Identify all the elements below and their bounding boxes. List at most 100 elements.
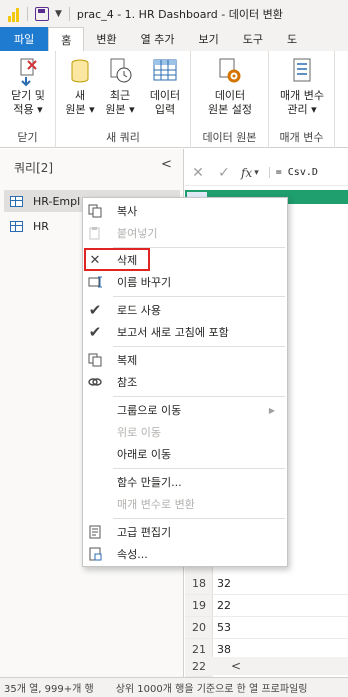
menu-divider [113, 396, 285, 397]
row-number: 20 [192, 621, 206, 634]
menu-item-label: 고급 편집기 [117, 526, 172, 539]
menu-item-rename[interactable]: 이름 바꾸기 [83, 271, 287, 293]
enter-data-button[interactable]: 데이터 입력 [144, 57, 186, 117]
menu-item-label: 그룹으로 이동 [117, 404, 182, 417]
menu-divider [113, 468, 285, 469]
menu-item-create-function[interactable]: 함수 만들기... [83, 471, 287, 493]
quick-access-dropdown-icon[interactable]: ▼ [55, 9, 62, 19]
close-apply-label-1: 닫기 및 [11, 89, 45, 102]
rename-icon [87, 274, 103, 290]
delete-highlight-box [84, 248, 150, 271]
data-source-settings-icon [217, 57, 243, 87]
tab-help[interactable]: 도 [275, 27, 309, 51]
group-label-close: 닫기 [17, 131, 38, 144]
group-label-parameters: 매개 변수 [279, 131, 324, 144]
tab-view[interactable]: 보기 [186, 27, 230, 51]
save-icon[interactable] [35, 6, 49, 21]
status-profiling[interactable]: 상위 1000개 행을 기준으로 한 열 프로파일링 [116, 680, 308, 695]
table-row: 19 22 [185, 595, 348, 617]
recent-source-label-1: 최근 [109, 89, 131, 102]
confirm-formula-icon[interactable]: ✓ [211, 165, 237, 181]
group-parameters: 매개 변수 관리 ▾ 매개 변수 [269, 51, 335, 148]
tab-transform[interactable]: 변환 [84, 27, 128, 51]
close-apply-button[interactable]: 닫기 및 적용 ▾ [6, 57, 50, 117]
powerbi-logo-icon [8, 6, 20, 22]
parameters-icon [289, 57, 315, 87]
menu-item-label: 속성... [117, 548, 148, 561]
manage-parameters-button[interactable]: 매개 변수 관리 ▾ [273, 57, 331, 117]
ribbon-tabs: 파일 홈 변환 열 추가 보기 도구 도 [0, 27, 348, 51]
title-bar: ▼ prac_4 - 1. HR Dashboard - 데이터 변환 [0, 0, 348, 27]
new-source-button[interactable]: 새 원본 ▾ [62, 57, 98, 117]
properties-icon [87, 546, 103, 562]
query-item-label: HR-Empl [33, 194, 81, 208]
menu-item-label: 아래로 이동 [117, 448, 172, 461]
manage-parameters-label-2: 관리 ▾ [287, 103, 317, 116]
menu-item-copy[interactable]: 복사 [83, 200, 287, 222]
status-bar: 35개 열, 999+개 행 상위 1000개 행을 기준으로 한 열 프로파일… [0, 677, 348, 697]
menu-item-convert-to-parameter: 매개 변수로 변환 [83, 493, 287, 515]
duplicate-icon [87, 352, 103, 368]
ribbon: 닫기 및 적용 ▾ 닫기 새 원본 ▾ 최근 원본 ▾ 데이터 입력 새 쿼리 … [0, 51, 348, 148]
cell-value[interactable]: 38 [217, 643, 231, 656]
submenu-arrow-icon: ▶ [268, 405, 275, 415]
data-source-settings-button[interactable]: 데이터 원본 설정 [199, 57, 261, 117]
tab-tools[interactable]: 도구 [231, 27, 275, 51]
menu-item-label: 보고서 새로 고침에 포함 [117, 326, 229, 339]
enter-data-label-2: 입력 [154, 103, 176, 116]
group-new-query: 새 원본 ▾ 최근 원본 ▾ 데이터 입력 새 쿼리 [56, 51, 191, 148]
close-apply-icon [15, 57, 41, 87]
menu-item-label: 로드 사용 [117, 304, 161, 317]
table-row: 20 53 [185, 617, 348, 639]
menu-item-label: 이름 바꾸기 [117, 276, 172, 289]
cell-value[interactable]: 32 [217, 577, 231, 590]
database-icon [67, 57, 93, 87]
menu-item-label: 위로 이동 [117, 426, 161, 439]
cancel-formula-icon[interactable]: ✕ [185, 165, 211, 181]
check-icon: ✔ [88, 323, 102, 341]
formula-input[interactable]: = Csv.D [268, 167, 348, 178]
tab-add-column[interactable]: 열 추가 [129, 27, 187, 51]
cell-value[interactable]: 22 [217, 599, 231, 612]
recent-source-icon [107, 57, 133, 87]
table-row: 22 [185, 657, 213, 677]
enter-data-label-1: 데이터 [149, 89, 181, 102]
table-icon [10, 195, 23, 207]
group-data-source: 데이터 원본 설정 데이터 원본 [191, 51, 269, 148]
reference-icon [87, 374, 103, 390]
menu-divider [113, 346, 285, 347]
table-row: 18 32 [185, 573, 348, 595]
menu-item-label: 복제 [117, 354, 138, 367]
tab-file[interactable]: 파일 [0, 27, 49, 51]
tab-home[interactable]: 홈 [48, 27, 85, 51]
cell-value[interactable]: 53 [217, 621, 231, 634]
scroll-left-icon[interactable]: < [231, 659, 241, 673]
menu-item-enable-load[interactable]: ✔ 로드 사용 [83, 299, 287, 321]
fx-icon[interactable]: fx [241, 166, 252, 180]
check-icon: ✔ [88, 301, 102, 319]
menu-item-properties[interactable]: 속성... [83, 543, 287, 565]
data-source-settings-label-2: 원본 설정 [208, 103, 252, 116]
menu-item-move-down[interactable]: 아래로 이동 [83, 443, 287, 465]
menu-item-advanced-editor[interactable]: 고급 편집기 [83, 521, 287, 543]
menu-item-move-to-group[interactable]: 그룹으로 이동 ▶ [83, 399, 287, 421]
window-title: prac_4 - 1. HR Dashboard - 데이터 변환 [76, 7, 283, 21]
close-apply-label-2: 적용 ▾ [13, 103, 43, 116]
recent-source-label-2: 원본 ▾ [105, 103, 135, 116]
group-close: 닫기 및 적용 ▾ 닫기 [0, 51, 56, 148]
table-icon [152, 57, 178, 87]
formula-bar: ✕ ✓ fx ▾ = Csv.D [185, 160, 348, 186]
menu-item-reference[interactable]: 참조 [83, 371, 287, 393]
row-number: 18 [192, 577, 206, 590]
menu-item-duplicate[interactable]: 복제 [83, 349, 287, 371]
menu-item-include-refresh[interactable]: ✔ 보고서 새로 고침에 포함 [83, 321, 287, 343]
group-label-new-query: 새 쿼리 [106, 131, 140, 144]
status-columns-rows: 35개 열, 999+개 행 [4, 684, 94, 695]
recent-source-button[interactable]: 최근 원본 ▾ [100, 57, 140, 117]
horizontal-scrollbar[interactable]: < [213, 657, 348, 675]
fx-dropdown-icon[interactable]: ▾ [254, 168, 259, 178]
query-item-label: HR [33, 219, 49, 233]
collapse-pane-icon[interactable]: < [161, 157, 172, 172]
copy-icon [87, 203, 103, 219]
menu-divider [113, 296, 285, 297]
